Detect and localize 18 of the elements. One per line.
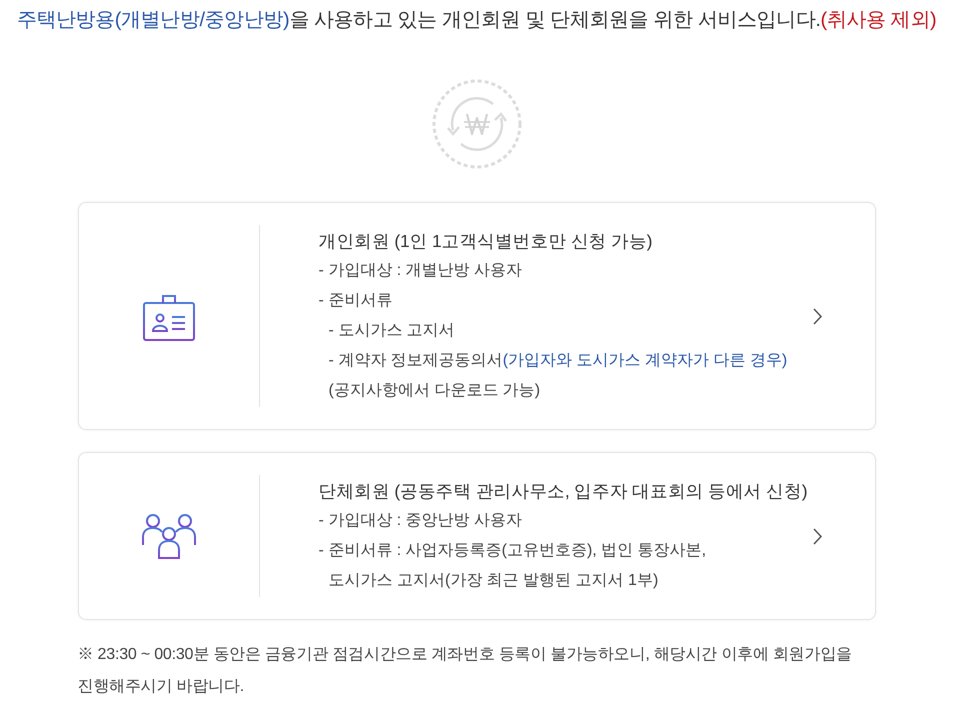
member-type-card[interactable]: 개인회원 (1인 1고객식별번호만 신청 가능) - 가입대상 : 개별난방 사용자 - 준비서류 - 도시가스 고지서 - 계약자 정보제공동의서(가입자와 도시가스 계약자가 다른 경우) (공지사항에서 다운로드 가능) [78, 202, 876, 430]
won-cycle-icon [430, 78, 522, 170]
requirement-text: 도시가스 고지서(가장 최근 발행된 고지서 1부) [328, 571, 660, 591]
people-group-icon [140, 513, 196, 559]
member-type-card[interactable]: 단체회원 (공동주택 관리사무소, 입주자 대표회의 등에서 신청) - 가입대상 : 중앙난방 사용자 - 준비서류 : 사업자등록증(고유번호증), 법인 통장사본, 도시가스 고지서(가장 최근 발행된 고지서 1부) [78, 452, 876, 620]
card-title: 단체회원 (공동주택 관리사무소, 입주자 대표회의 등에서 신청) [318, 480, 808, 503]
chevron-right-icon [812, 308, 822, 324]
requirement-text: - 가입대상 : 개별난방 사용자 [318, 261, 524, 281]
requirement-text: - 도시가스 고지서 [328, 321, 456, 341]
requirement-text: - 계약자 정보제공동의서(가입자와 도시가스 계약자가 다른 경우) [328, 351, 788, 371]
card-title: 개인회원 (1인 1고객식별번호만 신청 가능) [318, 230, 654, 253]
chevron-right-icon [812, 528, 822, 544]
intro-text: 주택난방용(개별난방/중앙난방)을 사용하고 있는 개인회원 및 단체회원을 위한 서비스입니다.(취사용 제외) [16, 8, 936, 32]
notice-text: ※ 23:30 ~ 00:30분 동안은 금융기관 점검시간으로 계좌번호 등록이 불가능하오니, 해당시간 이후에 회원가입을 진행해주시기 바랍니다. [78, 645, 853, 697]
requirement-text: - 준비서류 : 사업자등록증(고유번호증), 법인 통장사본, [318, 541, 708, 561]
requirement-text: - 가입대상 : 중앙난방 사용자 [318, 511, 524, 531]
requirement-text: (공지사항에서 다운로드 가능) [328, 381, 542, 401]
requirement-text: - 준비서류 [318, 291, 394, 311]
